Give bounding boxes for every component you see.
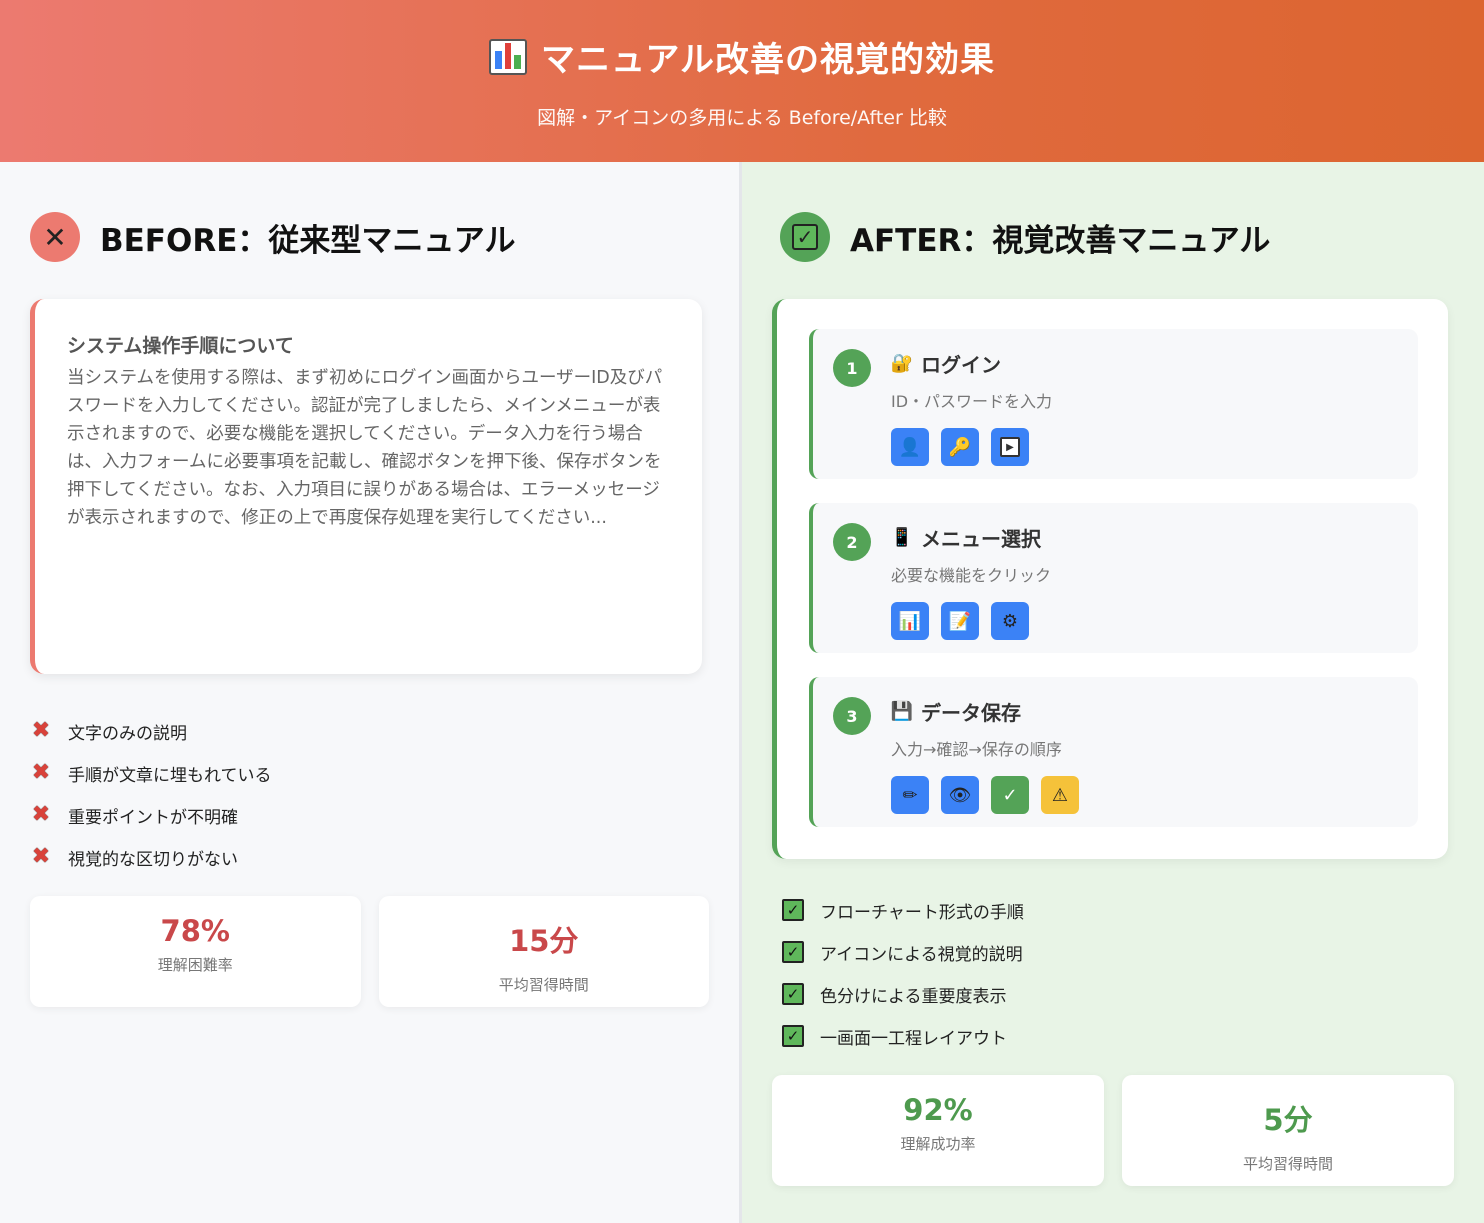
stat-value: 78%	[160, 914, 230, 948]
page-title-row: マニュアル改善の視覚的効果	[0, 32, 1484, 81]
step-icons: 👤 🔑 ▶	[891, 428, 1418, 466]
key-icon: 🔑	[941, 428, 979, 466]
step-title-text: データ保存	[921, 701, 1021, 725]
point-label: 手順が文章に埋もれている	[68, 765, 272, 786]
stat-card: 15分 平均習得時間	[378, 896, 709, 1007]
stat-label: 平均習得時間	[1242, 1155, 1333, 1173]
point-label: 重要ポイントが不明確	[68, 807, 238, 828]
phone-icon: 📱	[890, 527, 914, 548]
check-mark-icon: ✓	[782, 983, 804, 1005]
user-icon: 👤	[891, 428, 929, 466]
bar-chart-icon	[489, 38, 527, 75]
warning-icon: ⚠	[1041, 776, 1079, 814]
stat-card: 92% 理解成功率	[772, 1075, 1104, 1186]
before-section-title: ✕ BEFORE：従来型マニュアル	[30, 212, 709, 262]
check-icon: ✓	[780, 212, 830, 262]
page-header: マニュアル改善の視覚的効果 図解・アイコンの多用による Before/After…	[0, 0, 1484, 162]
after-stats: 92% 理解成功率 5分 平均習得時間	[772, 1075, 1454, 1186]
stat-label: 理解困難率	[157, 956, 233, 974]
stat-value: 15分	[509, 924, 579, 958]
stat-value: 5分	[1263, 1103, 1313, 1137]
after-heading: AFTER：視覚改善マニュアル	[850, 222, 1271, 259]
stat-label: 理解成功率	[900, 1135, 976, 1153]
step-icons: 📊 📝 ⚙	[891, 602, 1418, 640]
point-label: 色分けによる重要度表示	[820, 986, 1007, 1007]
cross-icon: ✕	[30, 212, 80, 262]
stat-card: 5分 平均習得時間	[1122, 1075, 1454, 1186]
step-title-text: メニュー選択	[921, 527, 1041, 551]
play-icon: ▶	[991, 428, 1029, 466]
cross-mark-icon: ✖	[31, 760, 51, 785]
step-title: 📱 メニュー選択	[891, 523, 1418, 552]
step-card: 1 🔐 ログイン ID・パスワードを入力 👤 🔑 ▶	[809, 329, 1418, 479]
check-mark-icon: ✓	[782, 899, 804, 921]
check-mark-icon: ✓	[782, 941, 804, 963]
after-section-title: ✓ AFTER：視覚改善マニュアル	[780, 212, 1454, 262]
after-column: ✓ AFTER：視覚改善マニュアル 1 🔐 ログイン ID・パスワードを入力 👤 …	[742, 162, 1484, 1223]
point-label: フローチャート形式の手順	[820, 902, 1024, 923]
pencil-icon: ✏	[891, 776, 929, 814]
list-item: ✖ 文字のみの説明	[30, 710, 709, 752]
step-number: 3	[833, 697, 871, 735]
point-label: 視覚的な区切りがない	[68, 849, 238, 870]
before-column: ✕ BEFORE：従来型マニュアル システム操作手順について 当システムを使用す…	[0, 162, 742, 1223]
step-title: 💾 データ保存	[891, 697, 1418, 726]
list-item: ✖ 視覚的な区切りがない	[30, 836, 709, 878]
cross-mark-icon: ✖	[31, 718, 51, 743]
stat-card: 78% 理解困難率	[30, 896, 361, 1007]
step-card: 3 💾 データ保存 入力→確認→保存の順序 ✏ 👁 ✓ ⚠	[809, 677, 1418, 827]
before-heading: BEFORE：従来型マニュアル	[100, 222, 516, 259]
eye-icon: 👁	[941, 776, 979, 814]
step-number: 2	[833, 523, 871, 561]
point-label: アイコンによる視覚的説明	[820, 944, 1023, 965]
list-item: ✖ 手順が文章に埋もれている	[30, 752, 709, 794]
list-item: ✓ 一画面一工程レイアウト	[782, 1015, 1454, 1057]
page-title: マニュアル改善の視覚的効果	[541, 40, 995, 80]
point-label: 文字のみの説明	[68, 723, 187, 744]
memo-icon: 📝	[941, 602, 979, 640]
old-manual-card: システム操作手順について 当システムを使用する際は、まず初めにログイン画面からユ…	[30, 299, 702, 674]
floppy-icon: 💾	[890, 701, 914, 722]
list-item: ✓ 色分けによる重要度表示	[782, 973, 1454, 1015]
cross-mark-icon: ✖	[31, 844, 51, 869]
stat-label: 平均習得時間	[498, 976, 589, 994]
cross-mark-icon: ✖	[31, 802, 51, 827]
point-label: 一画面一工程レイアウト	[820, 1028, 1007, 1049]
list-item: ✖ 重要ポイントが不明確	[30, 794, 709, 836]
step-icons: ✏ 👁 ✓ ⚠	[891, 776, 1418, 814]
step-desc: 入力→確認→保存の順序	[891, 740, 1062, 759]
list-item: ✓ フローチャート形式の手順	[782, 889, 1454, 931]
step-card: 2 📱 メニュー選択 必要な機能をクリック 📊 📝 ⚙	[809, 503, 1418, 653]
lock-key-icon: 🔐	[890, 353, 914, 374]
page-subtitle: 図解・アイコンの多用による Before/After 比較	[537, 107, 947, 129]
chart-icon: 📊	[891, 602, 929, 640]
step-title: 🔐 ログイン	[891, 349, 1418, 378]
step-title-text: ログイン	[921, 353, 1001, 377]
step-desc: 必要な機能をクリック	[891, 566, 1052, 585]
list-item: ✓ アイコンによる視覚的説明	[782, 931, 1454, 973]
step-desc: ID・パスワードを入力	[891, 392, 1053, 411]
step-number: 1	[833, 349, 871, 387]
before-points-list: ✖ 文字のみの説明 ✖ 手順が文章に埋もれている ✖ 重要ポイントが不明確 ✖ 視覚的な…	[30, 710, 709, 878]
check-mark-icon: ✓	[782, 1025, 804, 1047]
after-points-list: ✓ フローチャート形式の手順 ✓ アイコンによる視覚的説明 ✓ 色分けによる重要度表示…	[782, 889, 1454, 1057]
flow-card: 1 🔐 ログイン ID・パスワードを入力 👤 🔑 ▶ 2 📱 メニュー選択 必要な機…	[772, 299, 1448, 859]
check-icon: ✓	[991, 776, 1029, 814]
comparison-columns: ✕ BEFORE：従来型マニュアル システム操作手順について 当システムを使用す…	[0, 162, 1484, 1223]
old-manual-heading: システム操作手順について	[67, 335, 294, 357]
stat-value: 92%	[903, 1093, 973, 1127]
old-manual-body: 当システムを使用する際は、まず初めにログイン画面からユーザーID及びパスワードを…	[67, 368, 663, 528]
gear-icon: ⚙	[991, 602, 1029, 640]
before-stats: 78% 理解困難率 15分 平均習得時間	[30, 896, 709, 1007]
